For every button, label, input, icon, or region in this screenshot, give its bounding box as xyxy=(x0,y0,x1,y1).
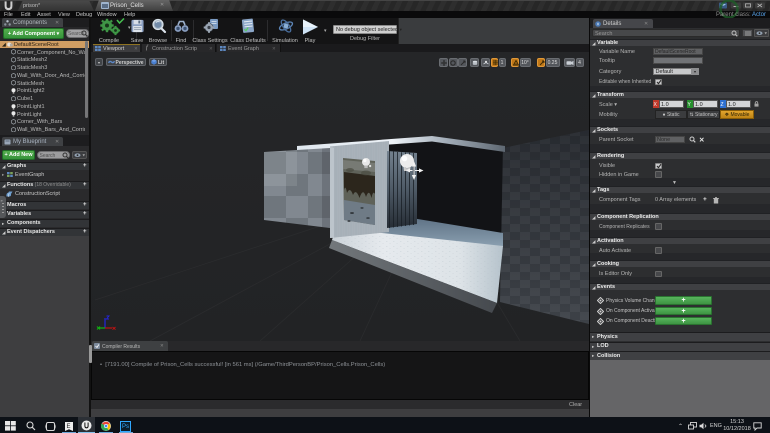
svg-text:E: E xyxy=(67,424,71,430)
